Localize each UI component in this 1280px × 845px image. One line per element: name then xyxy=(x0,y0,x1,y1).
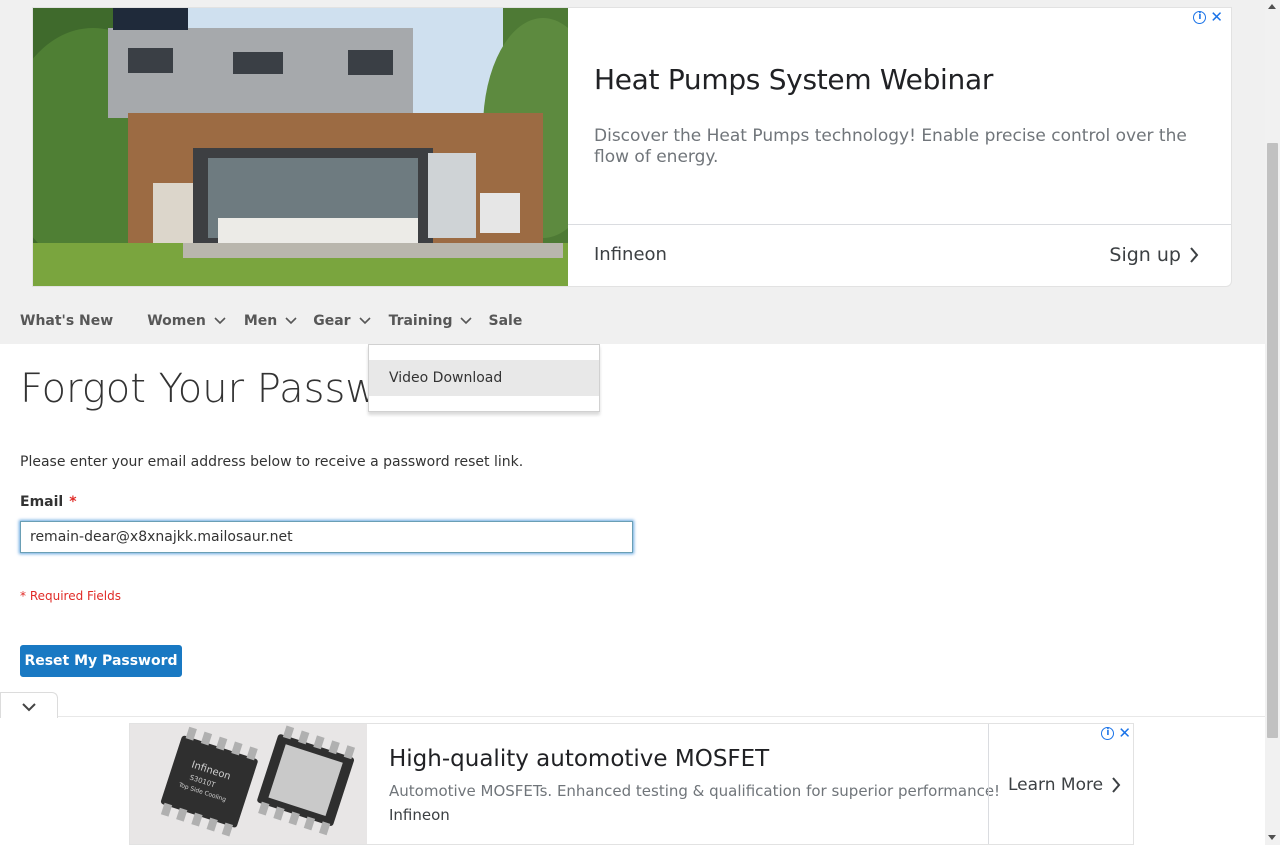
chevron-down-icon xyxy=(214,317,226,325)
info-icon[interactable]: i xyxy=(1101,726,1115,740)
reset-password-button[interactable]: Reset My Password xyxy=(20,645,182,677)
info-icon[interactable]: i xyxy=(1193,10,1207,24)
vertical-scrollbar[interactable] xyxy=(1265,0,1280,845)
scroll-down-arrow-icon[interactable] xyxy=(1268,835,1276,840)
nav-label: Men xyxy=(243,313,278,329)
anchor-ad-divider xyxy=(0,716,1265,717)
scrollbar-thumb[interactable] xyxy=(1267,143,1278,738)
email-field[interactable] xyxy=(20,521,633,553)
ad-headline[interactable]: Heat Pumps System Webinar xyxy=(594,63,993,96)
chevron-right-icon xyxy=(1190,247,1199,263)
close-icon[interactable]: ✕ xyxy=(1210,10,1223,25)
nav-label: Gear xyxy=(313,313,351,329)
nav-item-training[interactable]: Training xyxy=(389,313,473,329)
house-illustration xyxy=(33,8,568,286)
collapse-ad-button[interactable] xyxy=(0,692,58,718)
chip-illustration: Infineon S3010T Top Side Cooling xyxy=(160,725,356,837)
chevron-down-icon xyxy=(22,703,36,712)
ad-advertiser[interactable]: Infineon xyxy=(594,244,667,265)
nav-item-women[interactable]: Women xyxy=(147,313,226,329)
form-intro-text: Please enter your email address below to… xyxy=(20,454,524,470)
scroll-up-arrow-icon[interactable] xyxy=(1268,4,1276,9)
required-asterisk: * xyxy=(69,494,77,510)
chevron-down-icon xyxy=(460,317,473,325)
ad-house-image[interactable] xyxy=(33,8,568,286)
nav-item-gear[interactable]: Gear xyxy=(313,313,371,329)
nav-item-men[interactable]: Men xyxy=(244,313,297,329)
email-label-text: Email xyxy=(20,494,64,510)
bottom-advertisement[interactable]: Infineon S3010T Top Side Cooling High-qu… xyxy=(129,723,1134,845)
ad-choices[interactable]: i ✕ xyxy=(1193,10,1223,25)
chevron-right-icon xyxy=(1112,777,1121,793)
email-label: Email * xyxy=(20,494,77,510)
ad-chip-image[interactable]: Infineon S3010T Top Side Cooling xyxy=(130,724,367,844)
main-navigation: What's New Women Men Gear Training Sale xyxy=(0,298,522,344)
top-advertisement[interactable]: Heat Pumps System Webinar Discover the H… xyxy=(32,7,1232,287)
required-fields-note: * Required Fields xyxy=(20,589,121,603)
training-dropdown-menu: Video Download xyxy=(368,344,600,412)
learn-more-button[interactable]: Learn More xyxy=(1008,775,1121,795)
nav-label: What's New xyxy=(20,313,114,329)
close-icon[interactable]: ✕ xyxy=(1118,726,1131,741)
chevron-down-icon xyxy=(358,317,371,325)
bottom-ad-description[interactable]: Automotive MOSFETs. Enhanced testing & q… xyxy=(389,782,1000,800)
bottom-ad-choices[interactable]: i ✕ xyxy=(1101,726,1131,741)
ad-cta-label: Sign up xyxy=(1109,244,1181,266)
ad-signup-button[interactable]: Sign up xyxy=(1109,244,1199,266)
ad-description[interactable]: Discover the Heat Pumps technology! Enab… xyxy=(594,126,1214,168)
bottom-ad-cta-label: Learn More xyxy=(1008,775,1104,795)
dropdown-item-video-download[interactable]: Video Download xyxy=(369,360,599,396)
nav-label: Women xyxy=(147,313,206,329)
bottom-ad-headline[interactable]: High-quality automotive MOSFET xyxy=(389,746,769,772)
nav-label: Training xyxy=(388,313,453,329)
bottom-ad-divider xyxy=(988,724,989,844)
ad-divider xyxy=(568,224,1231,225)
nav-label: Sale xyxy=(488,313,523,329)
nav-item-sale[interactable]: Sale xyxy=(488,313,522,329)
nav-item-whats-new[interactable]: What's New xyxy=(20,313,113,329)
chevron-down-icon xyxy=(285,317,297,325)
bottom-ad-advertiser[interactable]: Infineon xyxy=(389,806,450,824)
